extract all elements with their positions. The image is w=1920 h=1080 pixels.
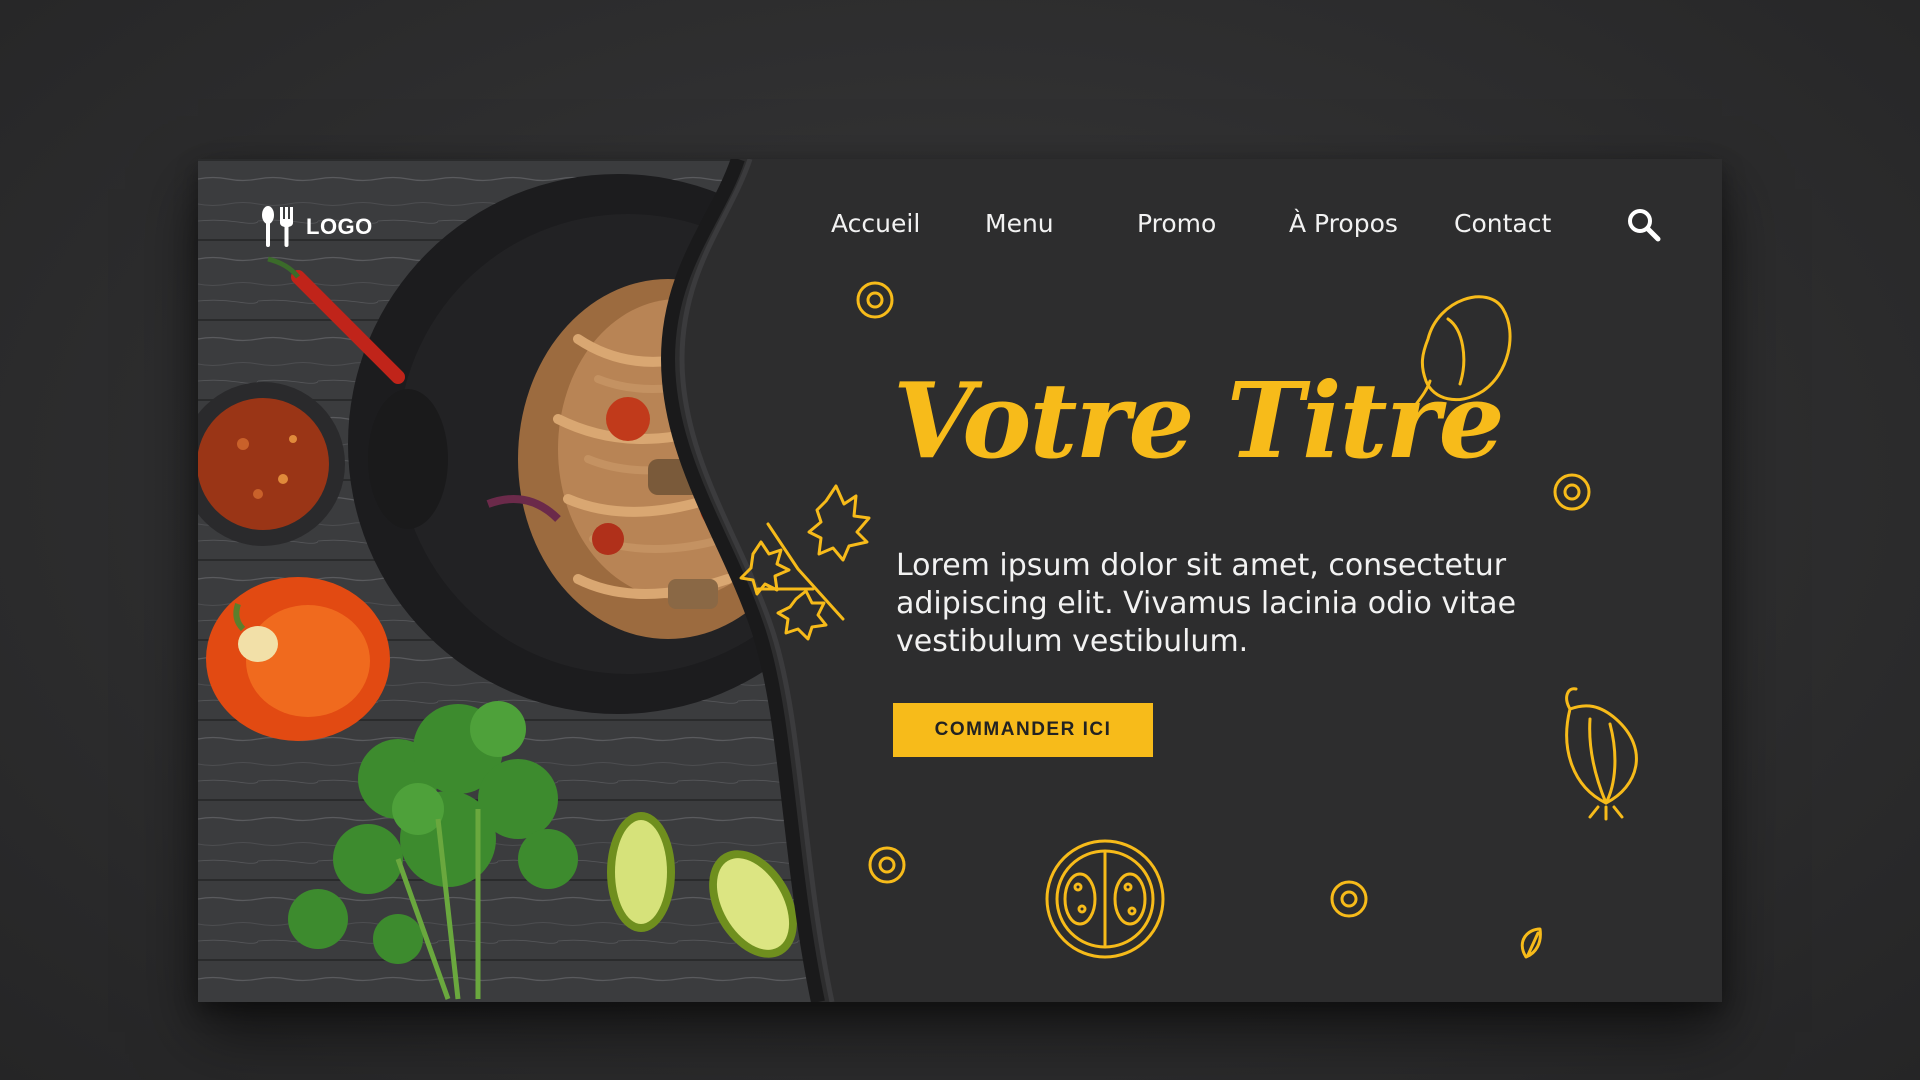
nav-item-contact[interactable]: Contact xyxy=(1454,209,1551,238)
hero-description: Lorem ipsum dolor sit amet, consectetur … xyxy=(896,548,1517,659)
hero-title: Votre Titre xyxy=(893,359,1505,482)
bell-pepper xyxy=(206,577,390,741)
nav-item-promo[interactable]: Promo xyxy=(1137,209,1216,238)
landing-card: LOGO Accueil Menu Promo À Propos Contact… xyxy=(198,159,1722,1002)
nav-item-accueil[interactable]: Accueil xyxy=(831,209,920,238)
nav-item-a-propos[interactable]: À Propos xyxy=(1289,209,1398,238)
search-icon[interactable] xyxy=(1626,207,1662,243)
main-nav: Accueil Menu Promo À Propos Contact xyxy=(198,209,1722,249)
order-button[interactable]: COMMANDER ICI xyxy=(893,703,1153,757)
nav-item-menu[interactable]: Menu xyxy=(985,209,1054,238)
